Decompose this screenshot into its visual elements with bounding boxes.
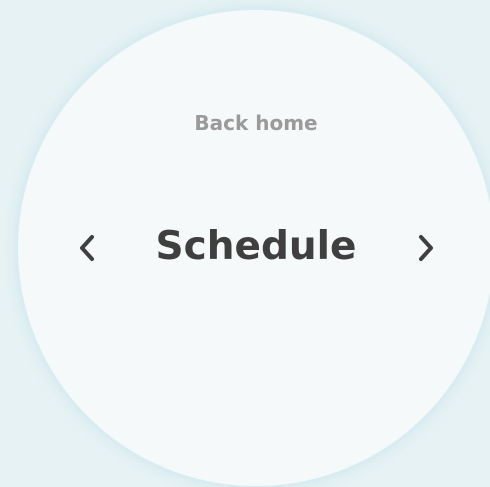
chevron-right-icon <box>419 235 433 261</box>
back-home-link[interactable]: Back home <box>0 111 490 135</box>
next-button[interactable] <box>411 232 441 264</box>
screen: { "nav": { "back_label": "Back home", "p… <box>0 0 490 487</box>
